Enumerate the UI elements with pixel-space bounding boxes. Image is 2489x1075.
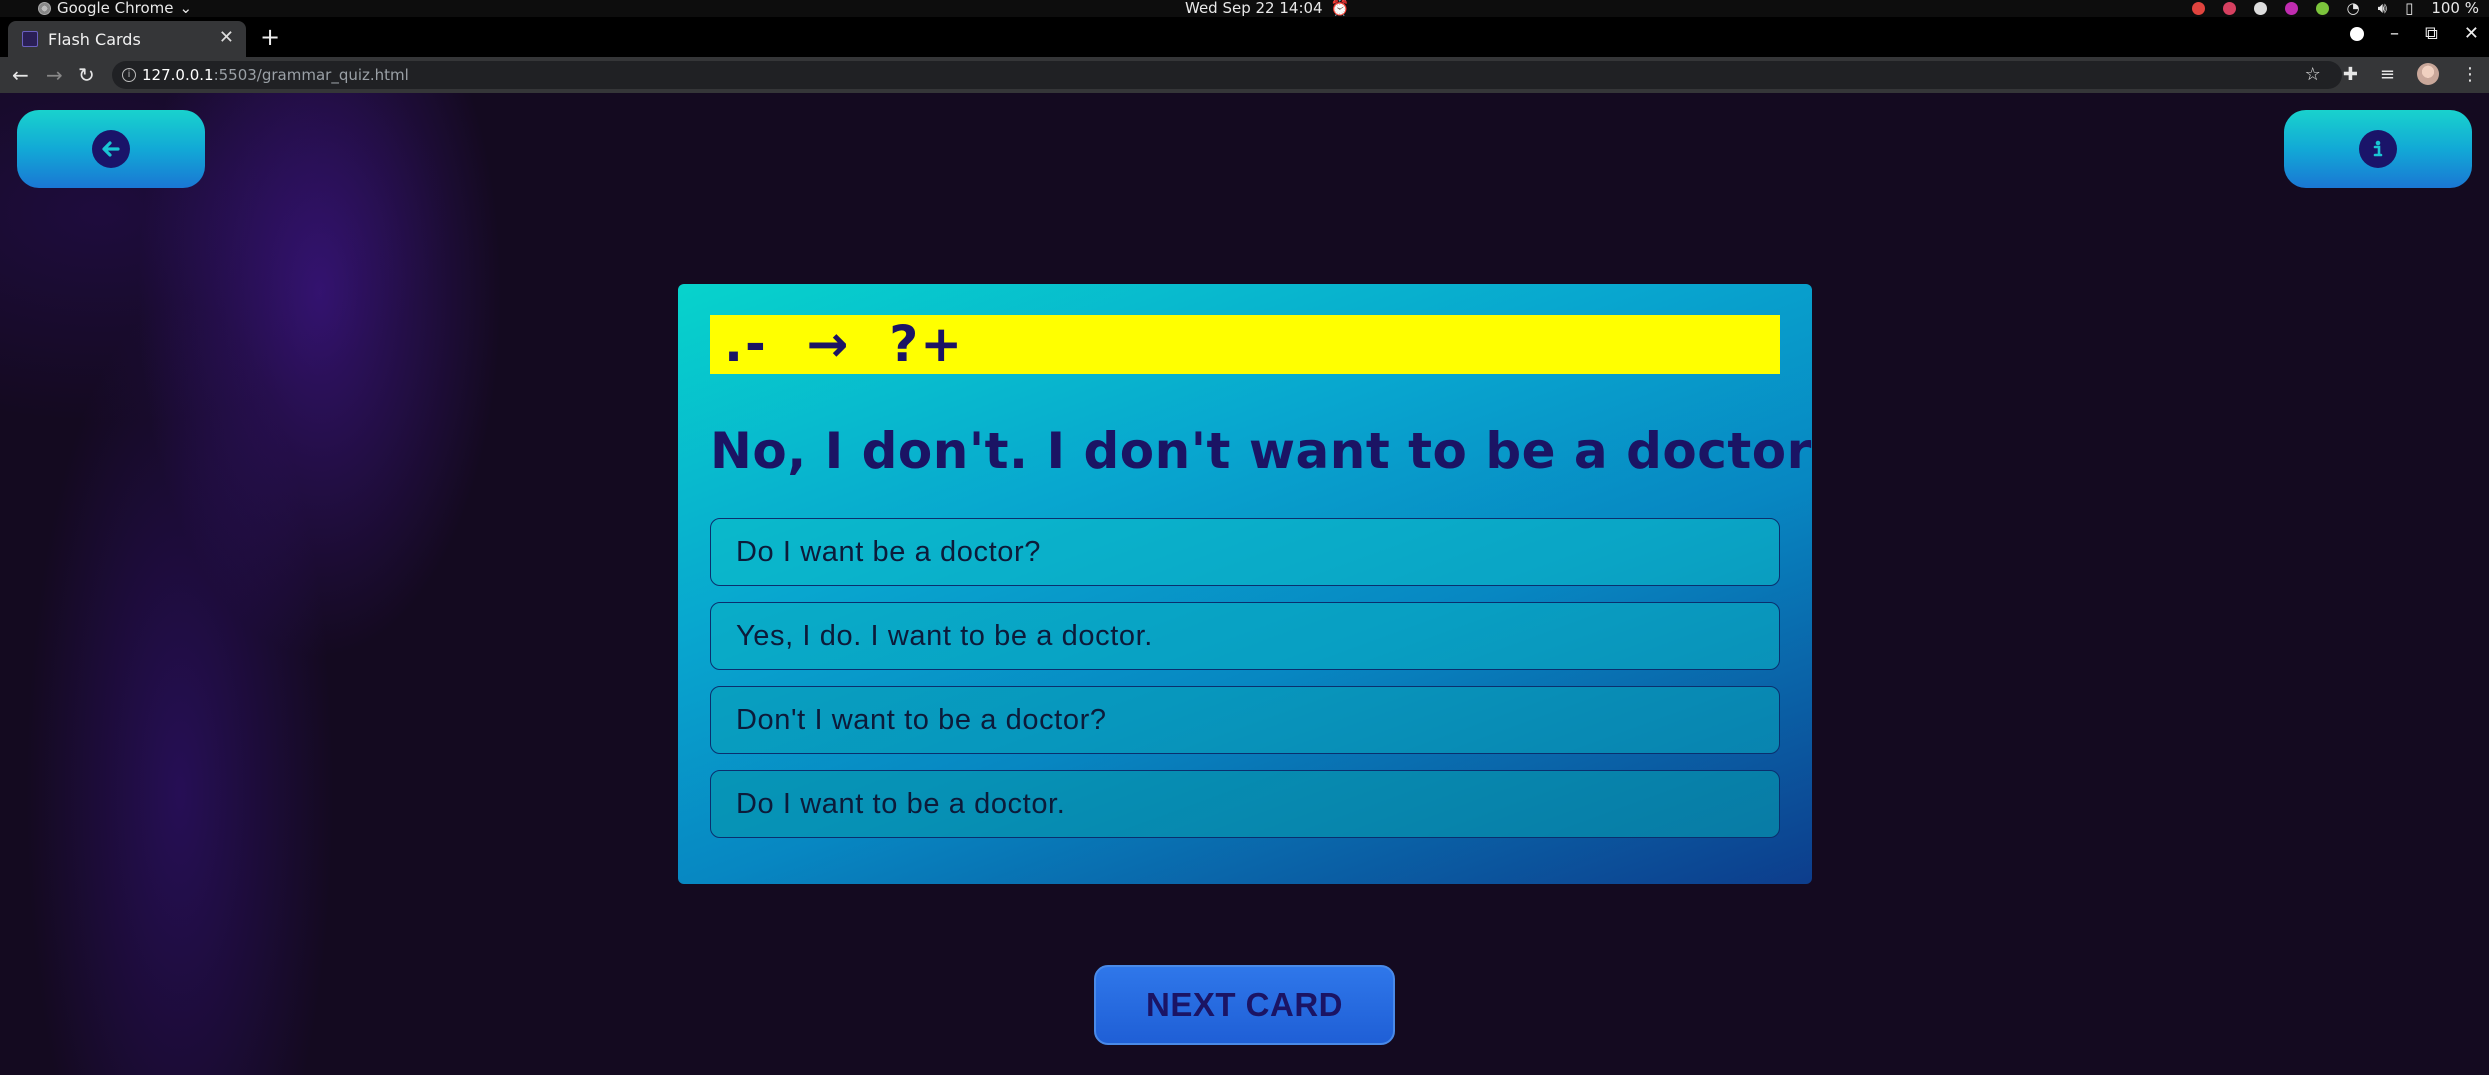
tray-app-icon[interactable] [2284, 2, 2298, 15]
answer-option[interactable]: Do I want be a doctor? [710, 518, 1780, 586]
alarm-icon: ⏰ [1330, 0, 1350, 17]
back-button[interactable] [17, 110, 205, 188]
profile-avatar[interactable] [2417, 63, 2439, 85]
volume-icon[interactable]: 🔊︎ [2378, 0, 2387, 17]
tab-strip: Flash Cards ✕ + – ⧉ ✕ [0, 17, 2489, 57]
grammar-formula: .- → ?+ [710, 315, 1780, 374]
reload-button[interactable]: ↻ [78, 63, 95, 87]
new-tab-button[interactable]: + [260, 23, 280, 51]
os-top-bar: Google Chrome ⌄ Wed Sep 22 14:04 ⏰ ◔ 🔊︎ … [0, 0, 2489, 17]
tab-title: Flash Cards [48, 29, 141, 49]
answer-option[interactable]: Don't I want to be a doctor? [710, 686, 1780, 754]
arrow-left-icon [92, 130, 130, 168]
bookmark-star-icon[interactable]: ☆ [2305, 64, 2321, 85]
next-card-button[interactable]: NEXT CARD [1094, 965, 1395, 1045]
back-nav-button[interactable]: ← [12, 63, 29, 87]
tray-app-icon[interactable] [2222, 2, 2236, 15]
answer-options: Do I want be a doctor? Yes, I do. I want… [710, 518, 1780, 838]
answer-option[interactable]: Yes, I do. I want to be a doctor. [710, 602, 1780, 670]
battery-percent: 100 % [2431, 0, 2479, 17]
tray-app-icon[interactable] [2315, 2, 2329, 15]
kebab-menu-icon[interactable]: ⋮ [2461, 64, 2479, 85]
info-button[interactable] [2284, 110, 2472, 188]
clock[interactable]: Wed Sep 22 14:04 ⏰ [1185, 0, 1349, 17]
system-tray[interactable]: ◔ 🔊︎ ▯ 100 % [2191, 0, 2479, 17]
app-name: Google Chrome [57, 0, 174, 17]
window-controls: – ⧉ ✕ [2350, 23, 2479, 44]
browser-toolbar: ← → ↻ i 127.0.0.1:5503/grammar_quiz.html… [0, 57, 2489, 93]
favicon-icon [22, 31, 38, 47]
page-viewport: .- → ?+ No, I don't. I don't want to be … [0, 93, 2489, 1075]
extensions-icon[interactable]: ✚ [2343, 64, 2358, 85]
chrome-icon [38, 2, 51, 15]
url-host: 127.0.0.1 [142, 66, 214, 84]
tray-app-icon[interactable] [2253, 2, 2267, 15]
minimize-button[interactable]: – [2390, 23, 2399, 44]
tray-app-icon[interactable] [2191, 2, 2205, 15]
tab-close-icon[interactable]: ✕ [219, 27, 234, 48]
close-window-button[interactable]: ✕ [2464, 23, 2479, 44]
toolbar-actions: ☆ ✚ ≡ ⋮ [2305, 63, 2479, 85]
url-path: :5503/grammar_quiz.html [213, 66, 409, 84]
answer-option[interactable]: Do I want to be a doctor. [710, 770, 1780, 838]
tab-flash-cards[interactable]: Flash Cards ✕ [8, 21, 246, 57]
app-menu[interactable]: Google Chrome ⌄ [38, 0, 192, 17]
wifi-icon[interactable]: ◔ [2347, 0, 2360, 17]
prompt-sentence: No, I don't. I don't want to be a doctor [710, 422, 1812, 480]
address-bar[interactable]: i 127.0.0.1:5503/grammar_quiz.html [112, 61, 2342, 89]
maximize-button[interactable]: ⧉ [2425, 23, 2438, 44]
record-icon[interactable] [2350, 26, 2365, 41]
clock-text: Wed Sep 22 14:04 [1185, 0, 1323, 17]
reading-list-icon[interactable]: ≡ [2380, 64, 2395, 85]
info-icon [2359, 130, 2397, 168]
forward-nav-button[interactable]: → [46, 63, 63, 87]
site-info-icon[interactable]: i [122, 68, 136, 82]
flash-card: .- → ?+ No, I don't. I don't want to be … [678, 284, 1812, 884]
battery-icon[interactable]: ▯ [2405, 0, 2413, 17]
chevron-down-icon: ⌄ [179, 0, 193, 17]
